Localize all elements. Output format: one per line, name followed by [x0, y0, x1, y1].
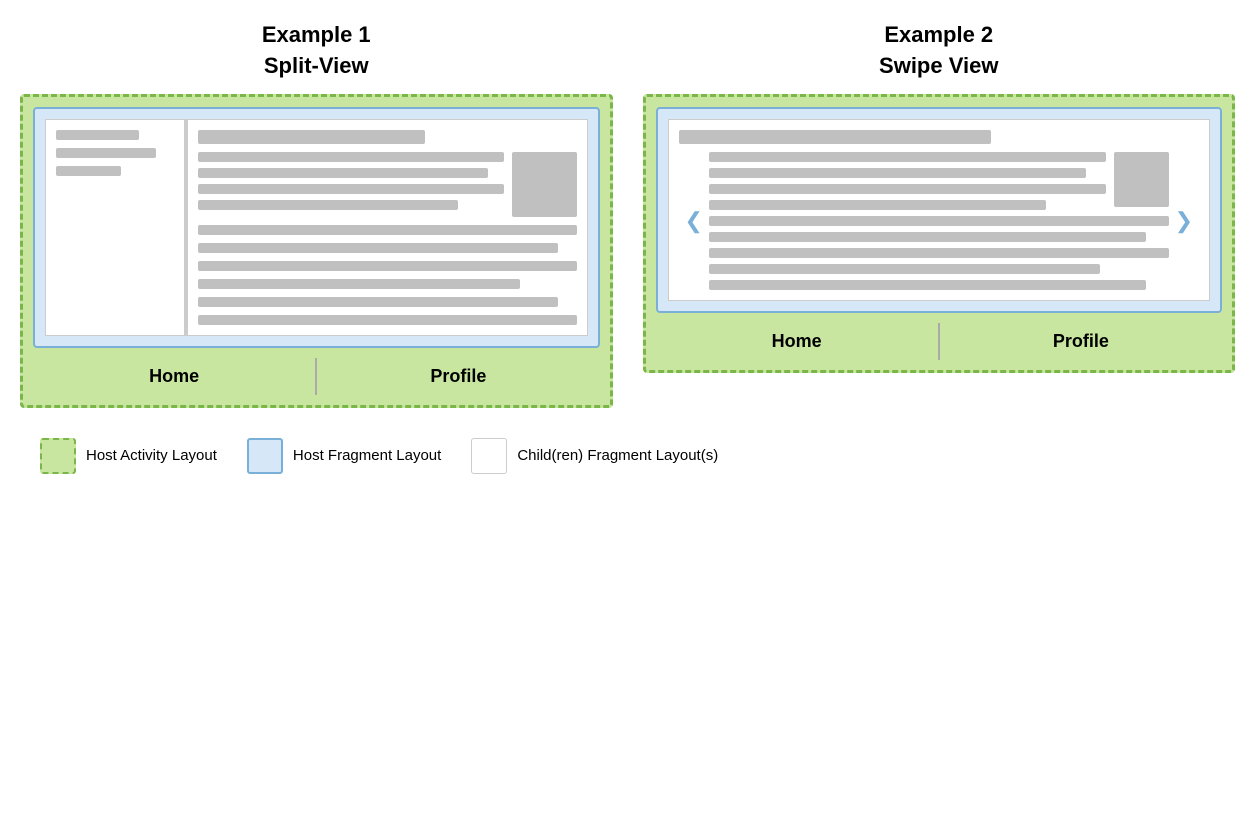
legend-children-fragment-label: Child(ren) Fragment Layout(s) [517, 447, 718, 464]
swipe-wrapper: ❮ [679, 152, 1200, 290]
left-bar-2 [56, 148, 156, 158]
sw-bar-8 [709, 264, 1100, 274]
r-bar-1 [198, 152, 504, 162]
example1-split-right [187, 119, 588, 336]
legend-host-fragment-label: Host Fragment Layout [293, 447, 441, 464]
swipe-right-arrow[interactable]: ❯ [1169, 208, 1199, 234]
right-image [512, 152, 577, 217]
sw-bar-6 [709, 232, 1146, 242]
r-bar-10 [198, 315, 577, 325]
sw-bar-4 [709, 200, 1046, 210]
example1-host-activity: Home Profile [20, 94, 613, 408]
r-bar-4 [198, 200, 458, 210]
example1-host-fragment [33, 107, 600, 348]
example2-swipe-panel: ❮ [668, 119, 1211, 301]
example1-split-left [45, 119, 185, 336]
left-bar-1 [56, 130, 139, 140]
examples-row: Example 1 Split-View [20, 20, 1235, 408]
swipe-content [709, 152, 1169, 290]
legend-row: Host Activity Layout Host Fragment Layou… [20, 428, 1235, 484]
sw-bar-2 [709, 168, 1086, 178]
legend-green-box [40, 438, 76, 474]
r-bar-9 [198, 297, 558, 307]
example2-host-fragment: ❮ [656, 107, 1223, 313]
example1-title: Example 1 Split-View [262, 20, 371, 82]
r-bar-5 [198, 225, 577, 235]
example2-host-activity: ❮ [643, 94, 1236, 373]
sw-bar-7 [709, 248, 1169, 258]
right-title-bar [198, 130, 425, 144]
example2-nav-profile[interactable]: Profile [940, 313, 1222, 370]
sw-bar-1 [709, 152, 1106, 162]
legend-host-activity-label: Host Activity Layout [86, 447, 217, 464]
r-bar-7 [198, 261, 577, 271]
swipe-left-arrow[interactable]: ❮ [679, 208, 709, 234]
example2-title-line2: Swipe View [879, 53, 998, 78]
r-bar-8 [198, 279, 520, 289]
r-bar-6 [198, 243, 558, 253]
example1-nav-home[interactable]: Home [33, 348, 315, 405]
example2-title: Example 2 Swipe View [879, 20, 998, 82]
legend-white-box [471, 438, 507, 474]
swipe-content-row [709, 152, 1169, 210]
page-container: Example 1 Split-View [20, 20, 1235, 484]
example1-nav-profile[interactable]: Profile [317, 348, 599, 405]
r-bar-3 [198, 184, 504, 194]
right-text-group [198, 152, 504, 210]
legend-children-fragment: Child(ren) Fragment Layout(s) [471, 438, 718, 474]
example2-title-line1: Example 2 [884, 22, 993, 47]
legend-blue-box [247, 438, 283, 474]
sw-bar-3 [709, 184, 1106, 194]
example1-title-line1: Example 1 [262, 22, 371, 47]
example1-title-line2: Split-View [264, 53, 369, 78]
swipe-title-bar [679, 130, 991, 144]
r-bar-2 [198, 168, 488, 178]
legend-host-activity: Host Activity Layout [40, 438, 217, 474]
legend-host-fragment: Host Fragment Layout [247, 438, 441, 474]
example1-bottom-nav: Home Profile [33, 348, 600, 405]
right-content-row [198, 152, 577, 217]
example2-bottom-nav: Home Profile [656, 313, 1223, 370]
swipe-image [1114, 152, 1169, 207]
sw-bar-5 [709, 216, 1169, 226]
sw-bar-9 [709, 280, 1146, 290]
swipe-text-group [709, 152, 1106, 210]
example1-block: Example 1 Split-View [20, 20, 613, 408]
example2-block: Example 2 Swipe View ❮ [643, 20, 1236, 373]
example2-nav-home[interactable]: Home [656, 313, 938, 370]
left-bar-3 [56, 166, 121, 176]
